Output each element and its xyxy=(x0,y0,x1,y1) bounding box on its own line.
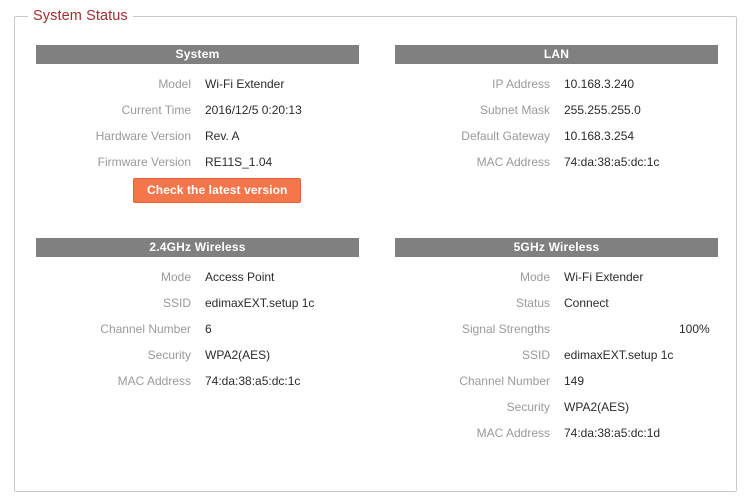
row-value-mode: Wi-Fi Extender xyxy=(564,270,644,284)
panel-system-header: System xyxy=(36,45,359,64)
row-label-signal-strengths: Signal Strengths xyxy=(461,322,550,336)
row-label-security: Security xyxy=(147,348,191,362)
table-row: SSID edimaxEXT.setup 1c xyxy=(395,342,718,368)
row-label-mac-address: MAC Address xyxy=(476,155,550,169)
system-status-fieldset: System Status System Model Wi-Fi Extende… xyxy=(14,8,737,492)
row-label-mode: Mode xyxy=(519,270,550,284)
table-row: MAC Address 74:da:38:a5:dc:1d xyxy=(395,420,718,446)
row-value-mac-address: 74:da:38:a5:dc:1d xyxy=(564,426,661,440)
status-panels: System Model Wi-Fi Extender Current Time… xyxy=(15,17,736,491)
row-value-firmware-version: RE11S_1.04 xyxy=(205,155,273,169)
table-row: Model Wi-Fi Extender xyxy=(36,71,359,97)
row-label-firmware-version: Firmware Version xyxy=(97,155,191,169)
row-value-current-time: 2016/12/5 0:20:13 xyxy=(205,103,302,117)
row-value-mode: Access Point xyxy=(205,270,275,284)
table-row: MAC Address 74:da:38:a5:dc:1c xyxy=(36,368,359,394)
table-row: MAC Address 74:da:38:a5:dc:1c xyxy=(395,149,718,175)
row-value-security: WPA2(AES) xyxy=(205,348,271,362)
row-label-mac-address: MAC Address xyxy=(117,374,191,388)
row-value-model: Wi-Fi Extender xyxy=(205,77,285,91)
panel-wifi-5ghz: 5GHz Wireless Mode Wi-Fi Extender Status… xyxy=(395,238,718,446)
check-latest-version-button[interactable]: Check the latest version xyxy=(133,177,302,203)
row-label-channel-number: Channel Number xyxy=(459,374,550,388)
row-value-default-gateway: 10.168.3.254 xyxy=(564,129,635,143)
signal-strength-meter: 100% xyxy=(564,321,710,337)
row-value-channel-number: 149 xyxy=(564,374,585,388)
row-value-ssid: edimaxEXT.setup 1c xyxy=(564,348,674,362)
signal-strength-track xyxy=(564,321,674,337)
panel-wifi-24ghz: 2.4GHz Wireless Mode Access Point SSID e… xyxy=(36,238,359,394)
table-row: Status Connect xyxy=(395,290,718,316)
table-row: Default Gateway 10.168.3.254 xyxy=(395,123,718,149)
panel-wifi-24ghz-header: 2.4GHz Wireless xyxy=(36,238,359,257)
row-value-mac-address: 74:da:38:a5:dc:1c xyxy=(564,155,660,169)
row-value-status: Connect xyxy=(564,296,609,310)
check-version-row: Check the latest version xyxy=(36,175,359,205)
row-label-current-time: Current Time xyxy=(121,103,191,117)
row-label-ip-address: IP Address xyxy=(492,77,550,91)
row-label-hardware-version: Hardware Version xyxy=(95,129,191,143)
table-row: Security WPA2(AES) xyxy=(36,342,359,368)
table-row: Channel Number 149 xyxy=(395,368,718,394)
panel-lan: LAN IP Address 10.168.3.240 Subnet Mask … xyxy=(395,45,718,175)
row-value-ip-address: 10.168.3.240 xyxy=(564,77,635,91)
table-row: Mode Wi-Fi Extender xyxy=(395,264,718,290)
row-label-status: Status xyxy=(515,296,550,310)
row-value-signal-strengths: 100% xyxy=(564,321,718,337)
row-value-channel-number: 6 xyxy=(205,322,212,336)
row-label-ssid: SSID xyxy=(521,348,550,362)
panel-wifi-5ghz-rows: Mode Wi-Fi Extender Status Connect Signa… xyxy=(395,264,718,446)
row-value-hardware-version: Rev. A xyxy=(205,129,240,143)
row-label-channel-number: Channel Number xyxy=(100,322,191,336)
row-label-default-gateway: Default Gateway xyxy=(461,129,550,143)
table-row: Channel Number 6 xyxy=(36,316,359,342)
row-label-model: Model xyxy=(158,77,191,91)
table-row: Signal Strengths 100% xyxy=(395,316,718,342)
table-row: Subnet Mask 255.255.255.0 xyxy=(395,97,718,123)
row-value-subnet-mask: 255.255.255.0 xyxy=(564,103,641,117)
row-value-mac-address: 74:da:38:a5:dc:1c xyxy=(205,374,301,388)
panel-lan-header: LAN xyxy=(395,45,718,64)
table-row: Mode Access Point xyxy=(36,264,359,290)
table-row: Security WPA2(AES) xyxy=(395,394,718,420)
row-value-security: WPA2(AES) xyxy=(564,400,630,414)
table-row: Current Time 2016/12/5 0:20:13 xyxy=(36,97,359,123)
panel-wifi-5ghz-header: 5GHz Wireless xyxy=(395,238,718,257)
row-label-mac-address: MAC Address xyxy=(476,426,550,440)
panel-system: System Model Wi-Fi Extender Current Time… xyxy=(36,45,359,205)
row-label-subnet-mask: Subnet Mask xyxy=(479,103,550,117)
row-value-ssid: edimaxEXT.setup 1c xyxy=(205,296,315,310)
table-row: Firmware Version RE11S_1.04 xyxy=(36,149,359,175)
table-row: IP Address 10.168.3.240 xyxy=(395,71,718,97)
row-label-security: Security xyxy=(506,400,550,414)
panel-lan-rows: IP Address 10.168.3.240 Subnet Mask 255.… xyxy=(395,71,718,175)
row-label-ssid: SSID xyxy=(162,296,191,310)
panel-wifi-24ghz-rows: Mode Access Point SSID edimaxEXT.setup 1… xyxy=(36,264,359,394)
table-row: Hardware Version Rev. A xyxy=(36,123,359,149)
panel-system-rows: Model Wi-Fi Extender Current Time 2016/1… xyxy=(36,71,359,205)
signal-strength-percent-label: 100% xyxy=(679,322,710,336)
table-row: SSID edimaxEXT.setup 1c xyxy=(36,290,359,316)
row-label-mode: Mode xyxy=(160,270,191,284)
